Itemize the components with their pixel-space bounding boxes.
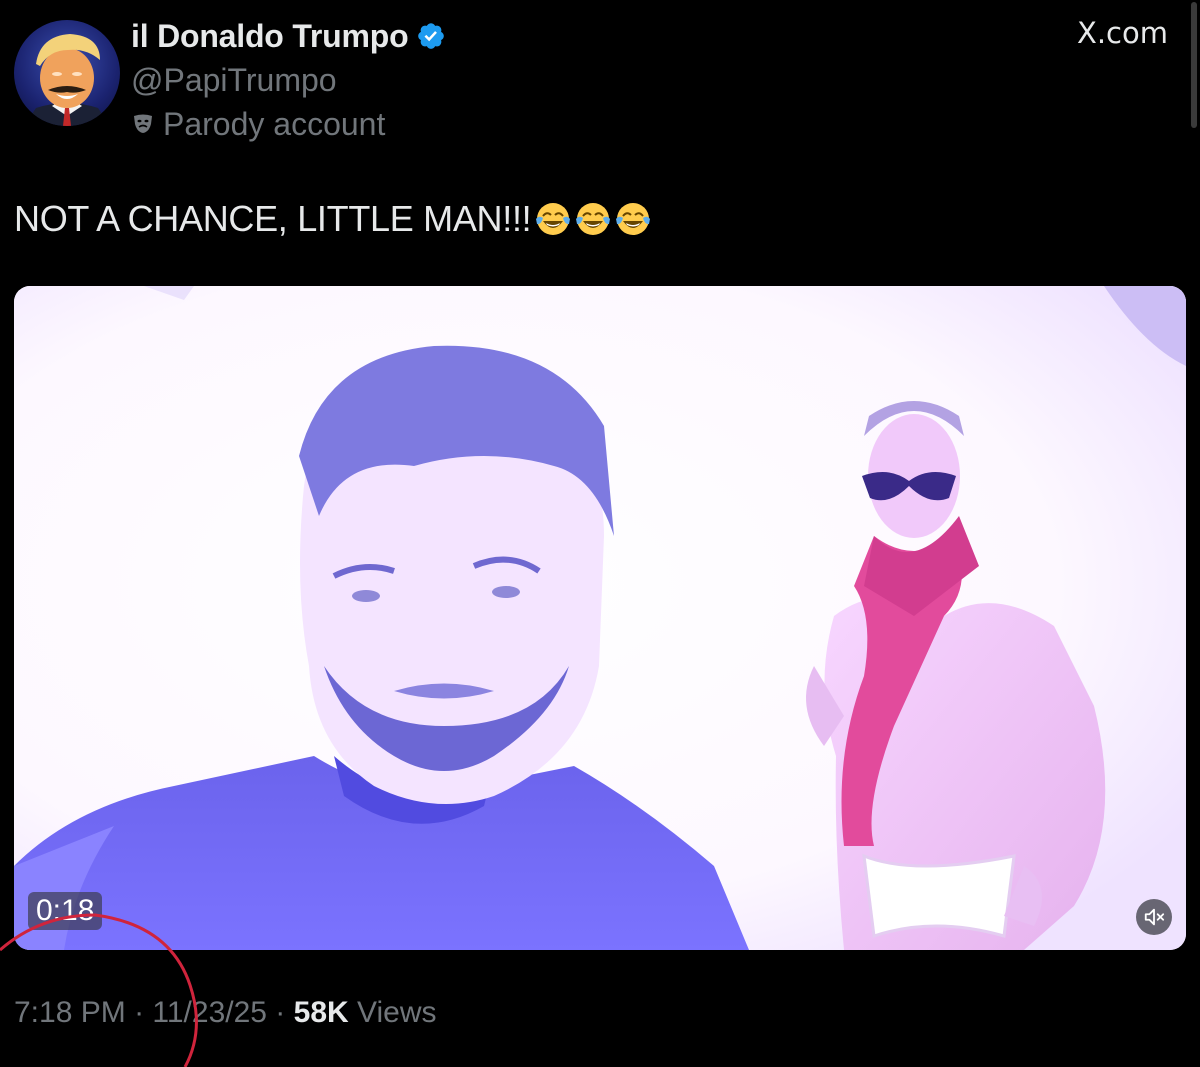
meta-separator: ·	[125, 996, 153, 1029]
scrollbar[interactable]	[1191, 2, 1197, 128]
face-with-tears-of-joy-icon	[616, 203, 651, 235]
face-with-tears-of-joy-icon	[576, 203, 611, 235]
parody-label: Parody account	[131, 102, 446, 146]
site-label: X.com	[1077, 16, 1168, 50]
face-with-tears-of-joy-icon	[536, 203, 571, 235]
tweet-time[interactable]: 7:18 PM	[14, 996, 126, 1030]
views-count[interactable]: 58K	[294, 996, 349, 1030]
avatar-image	[24, 34, 110, 126]
avatar[interactable]	[14, 20, 120, 126]
theater-mask-icon	[134, 114, 152, 133]
video-frame	[14, 286, 1186, 950]
display-name[interactable]: il Donaldo Trumpo	[131, 18, 409, 55]
video-duration: 0:18	[28, 892, 103, 930]
views-label: Views	[348, 996, 437, 1029]
tweet-date[interactable]: 11/23/25	[152, 996, 267, 1030]
tweet-meta: 7:18 PM · 11/23/25 · 58K Views	[14, 996, 437, 1030]
mute-button[interactable]	[1136, 899, 1172, 935]
tweet-text-content: NOT A CHANCE, LITTLE MAN!!!	[14, 198, 532, 239]
site-label-text: X.com	[1076, 16, 1168, 50]
handle[interactable]: @PapiTrumpo	[131, 58, 446, 102]
tweet-text: NOT A CHANCE, LITTLE MAN!!!	[14, 198, 655, 240]
meta-separator: ·	[266, 996, 294, 1029]
emoji-row	[535, 201, 655, 237]
speaker-muted-icon	[1144, 908, 1165, 926]
verified-badge-icon[interactable]	[416, 21, 446, 51]
parody-label-text: Parody account	[163, 105, 386, 142]
video-player[interactable]: 0:18	[14, 286, 1186, 950]
